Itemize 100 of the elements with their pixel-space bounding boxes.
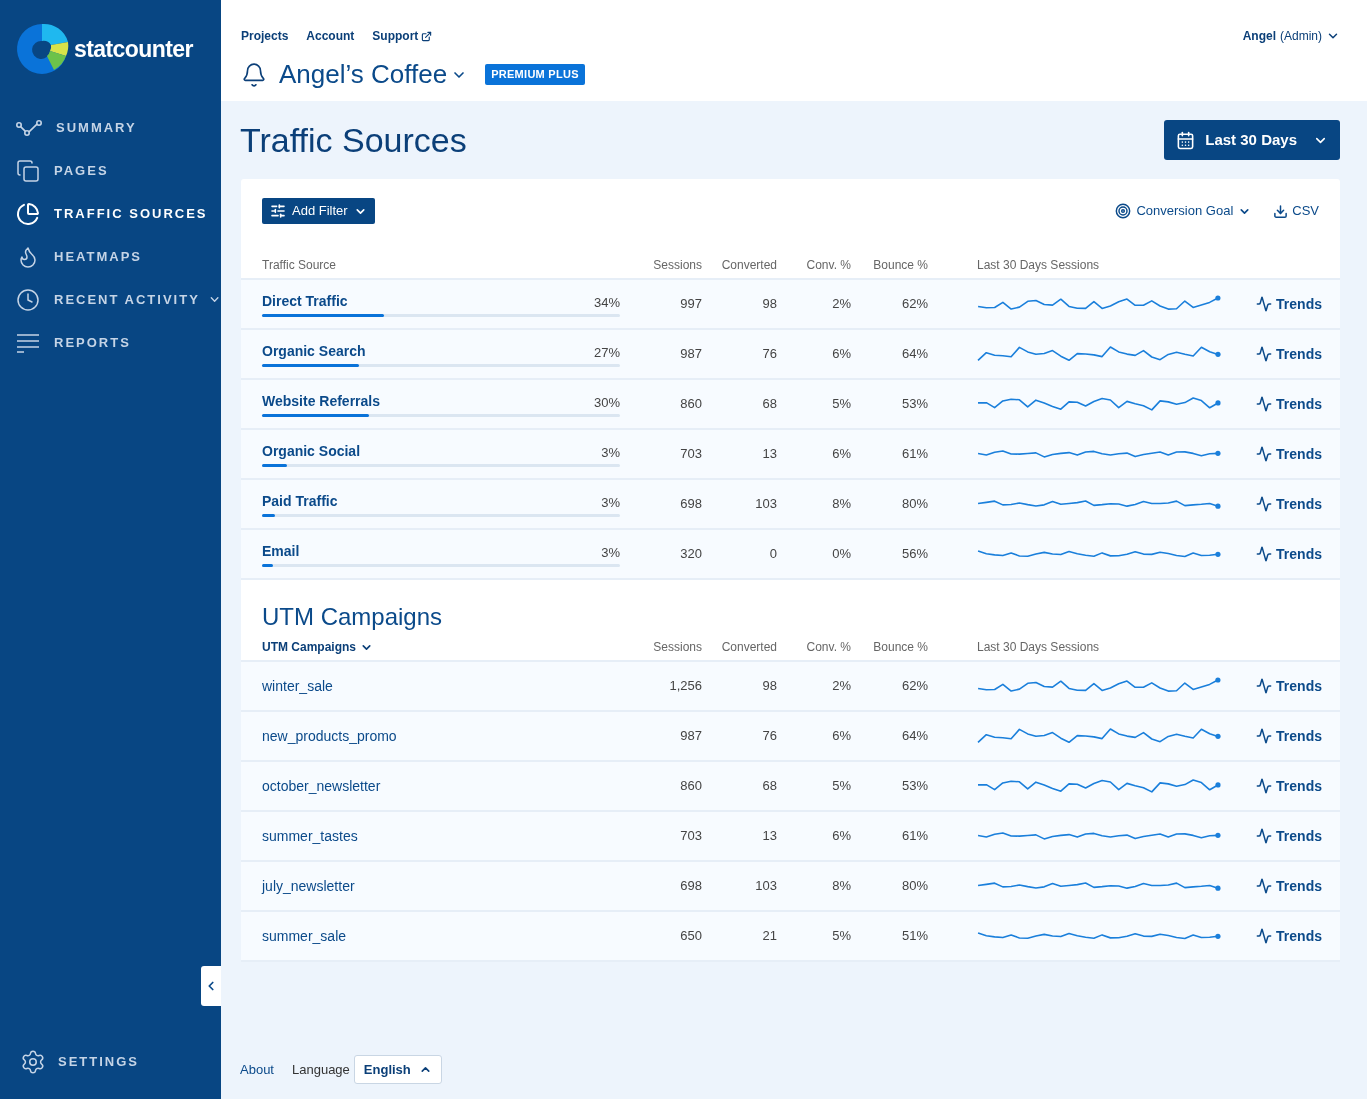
campaign-link[interactable]: summer_tastes (262, 825, 620, 847)
share-value: 27% (593, 343, 620, 362)
bell-icon[interactable] (241, 61, 267, 88)
table-cell-text: 5% (831, 395, 851, 414)
table-cell-text: 860 (679, 777, 702, 796)
conversion-goal-menu[interactable]: Conversion Goal (1115, 201, 1252, 221)
table-cell-text: 5% (831, 927, 851, 946)
table-cell-text: 698 (679, 495, 702, 514)
table-cell-text: 320 (679, 545, 702, 564)
trend-icon (1256, 878, 1273, 894)
table-cell-text: 6% (831, 827, 851, 846)
table-cell-text: 0% (831, 545, 851, 564)
settings-icon (20, 1049, 46, 1075)
share-value: 3% (601, 493, 620, 512)
nav-link[interactable]: Account (306, 27, 355, 45)
column-header: Converted (720, 257, 777, 274)
language-label: Language (292, 1060, 350, 1079)
trends-link[interactable]: Trends (1256, 493, 1322, 515)
table-cell-text: 80% (900, 877, 928, 896)
sidebar-item[interactable]: REPORTS (0, 321, 221, 364)
table-cell-text: 860 (679, 395, 702, 414)
sidebar-item[interactable]: TRAFFIC SOURCES (0, 192, 221, 235)
language-selector[interactable]: English (353, 1055, 442, 1084)
csv-download-link[interactable]: CSV (1273, 201, 1319, 221)
utm-dimension-menu[interactable]: UTM Campaigns (262, 638, 620, 656)
campaign-link[interactable]: july_newsletter (262, 875, 620, 897)
section-title: UTM Campaigns (261, 602, 444, 632)
table-cell-text: 8% (831, 877, 851, 896)
table-cell-text: 62% (900, 677, 928, 696)
trends-link[interactable]: Trends (1256, 443, 1322, 465)
table-cell-text: 6% (831, 727, 851, 746)
trends-link[interactable]: Trends (1256, 393, 1322, 415)
table-cell-text: 76 (761, 345, 777, 364)
pages-icon (16, 158, 40, 183)
trend-icon (1256, 828, 1273, 844)
column-header: Traffic Source (262, 257, 338, 274)
source-link[interactable]: Website Referrals (262, 391, 380, 412)
campaign-link[interactable]: new_products_promo (262, 725, 620, 747)
sliders-icon (270, 203, 286, 219)
plan-badge: PREMIUM PLUS (485, 64, 585, 85)
campaign-link[interactable]: winter_sale (262, 675, 620, 697)
column-header: Sessions (652, 257, 702, 274)
trend-icon (1256, 296, 1273, 312)
nav-link[interactable]: Projects (241, 27, 289, 45)
brand-name: statcounter (74, 34, 193, 64)
project-selector[interactable]: Angel’s Coffee (279, 55, 468, 94)
trends-link[interactable]: Trends (1256, 725, 1322, 747)
add-filter-button[interactable]: Add Filter (262, 198, 375, 224)
source-link[interactable]: Organic Social (262, 441, 361, 462)
table-cell-text: 76 (761, 727, 777, 746)
trends-link[interactable]: Trends (1256, 343, 1322, 365)
trends-link[interactable]: Trends (1256, 675, 1322, 697)
nav-link[interactable]: Support (372, 27, 433, 45)
table-cell-text: 5% (831, 777, 851, 796)
pie-chart-icon (16, 201, 40, 226)
sidebar-item[interactable]: HEATMAPS (0, 235, 221, 278)
trends-link[interactable]: Trends (1256, 775, 1322, 797)
collapse-sidebar-button[interactable] (201, 966, 221, 1006)
sidebar-item[interactable]: RECENT ACTIVITY (0, 278, 221, 321)
table-cell-text: 21 (761, 927, 777, 946)
table-cell-text: 68 (761, 777, 777, 796)
campaign-link[interactable]: october_newsletter (262, 775, 620, 797)
table-cell-text: 98 (761, 295, 777, 314)
trends-link[interactable]: Trends (1256, 293, 1322, 315)
table-cell-text: 8% (831, 495, 851, 514)
sidebar-item[interactable]: SUMMARY (0, 106, 221, 149)
source-link[interactable]: Direct Traffic (262, 291, 348, 312)
date-range-button[interactable]: Last 30 Days (1164, 120, 1340, 160)
table-cell-text: 56% (900, 545, 928, 564)
trends-link[interactable]: Trends (1256, 543, 1322, 565)
trend-icon (1256, 678, 1273, 694)
table-cell-text: 80% (900, 495, 928, 514)
table-cell-text: 1,256 (668, 677, 702, 696)
source-link[interactable]: Email (262, 541, 300, 562)
nodes-icon (16, 118, 42, 137)
table-cell-text: 703 (679, 445, 702, 464)
sidebar-item[interactable]: PAGES (0, 149, 221, 192)
trend-icon (1256, 778, 1273, 794)
table-cell-text: 68 (761, 395, 777, 414)
trends-link[interactable]: Trends (1256, 925, 1322, 947)
share-value: 34% (593, 293, 620, 312)
table-cell-text: 61% (900, 445, 928, 464)
source-link[interactable]: Organic Search (262, 341, 366, 362)
about-link[interactable]: About (240, 1059, 274, 1080)
table-cell-text: 703 (679, 827, 702, 846)
campaign-link[interactable]: summer_sale (262, 925, 620, 947)
table-cell-text: 61% (900, 827, 928, 846)
table-cell-text: 987 (679, 345, 702, 364)
trend-icon (1256, 396, 1273, 412)
user-menu[interactable]: Angel (Admin) (1242, 27, 1340, 45)
list-icon (16, 332, 40, 353)
download-icon (1273, 203, 1289, 219)
trends-link[interactable]: Trends (1256, 875, 1322, 897)
column-header: Last 30 Days Sessions (977, 639, 1100, 656)
table-cell-text: 13 (761, 445, 777, 464)
trend-icon (1256, 446, 1273, 462)
source-link[interactable]: Paid Traffic (262, 491, 338, 512)
column-header: Conv. % (805, 639, 851, 656)
settings-item[interactable]: SETTINGS (0, 1049, 221, 1099)
trends-link[interactable]: Trends (1256, 825, 1322, 847)
